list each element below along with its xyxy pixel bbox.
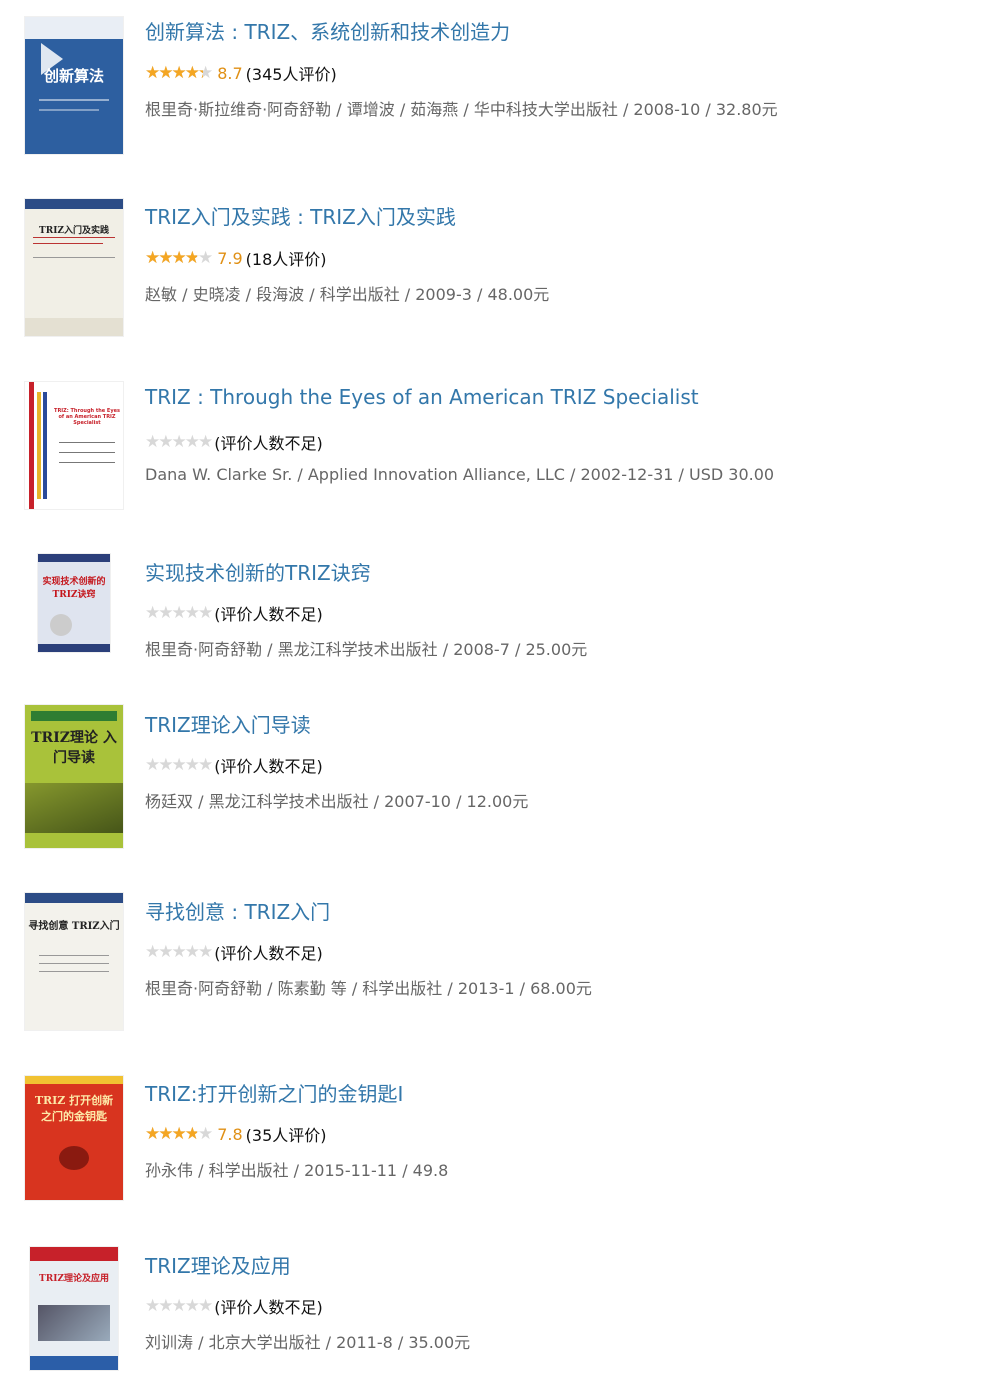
rating-score: 8.7	[217, 63, 243, 83]
rating-stars: ★★★★★★★★★★	[145, 247, 213, 268]
rating-count: (评价人数不足)	[214, 757, 323, 776]
rating-stars: ★★★★★★★★★★	[145, 754, 213, 775]
rating-count: (评价人数不足)	[214, 434, 323, 453]
rating-stars: ★★★★★★★★★★	[145, 941, 213, 962]
book-publish-info: 赵敏 / 史晓凌 / 段海波 / 科学出版社 / 2009-3 / 48.00元	[145, 285, 550, 304]
book-cover[interactable]: TRIZ 打开创新之门的金钥匙	[25, 1076, 123, 1200]
rating-row: ★★★★★★★★★★ 7.9 (18人评价)	[145, 247, 327, 270]
cover-title: TRIZ理论 入门导读	[31, 730, 117, 766]
book-publish-info: Dana W. Clarke Sr. / Applied Innovation …	[145, 465, 775, 484]
book-cover[interactable]: 实现技术创新的TRIZ诀窍	[38, 554, 110, 652]
book-cover[interactable]: TRIZ入门及实践	[25, 199, 123, 336]
book-cover[interactable]: TRIZ: Through the Eyes of an American TR…	[25, 382, 123, 509]
book-cover[interactable]: 寻找创意 TRIZ入门	[25, 893, 123, 1030]
rating-stars: ★★★★★★★★★★	[145, 1295, 213, 1316]
book-title-link[interactable]: TRIZ理论入门导读	[145, 709, 311, 738]
rating-row: ★★★★★★★★★★ (评价人数不足)	[145, 1295, 323, 1317]
rating-row: ★★★★★★★★★★ 7.8 (35人评价)	[145, 1123, 327, 1146]
rating-score: 7.8	[217, 1124, 243, 1144]
book-title-link[interactable]: TRIZ入门及实践 : TRIZ入门及实践	[145, 201, 456, 230]
rating-row: ★★★★★★★★★★ (评价人数不足)	[145, 754, 323, 776]
rating-stars: ★★★★★★★★★★	[145, 602, 213, 623]
book-title-link[interactable]: 创新算法 : TRIZ、系统创新和技术创造力	[145, 16, 510, 45]
cover-title: 实现技术创新的TRIZ诀窍	[42, 577, 106, 600]
book-title-link[interactable]: TRIZ:打开创新之门的金钥匙I	[145, 1078, 403, 1107]
book-publish-info: 根里奇·斯拉维奇·阿奇舒勒 / 谭增波 / 茹海燕 / 华中科技大学出版社 / …	[145, 100, 778, 119]
rating-row: ★★★★★★★★★★ (评价人数不足)	[145, 431, 323, 453]
cover-title: 寻找创意 TRIZ入门	[28, 921, 120, 932]
cover-title: TRIZ入门及实践	[39, 226, 109, 236]
rating-count: (18人评价)	[245, 250, 327, 269]
rating-count: (345人评价)	[245, 65, 337, 84]
rating-stars: ★★★★★★★★★★	[145, 62, 213, 83]
book-publish-info: 孙永伟 / 科学出版社 / 2015-11-11 / 49.8	[145, 1161, 449, 1180]
book-cover[interactable]: TRIZ理论 入门导读	[25, 705, 123, 848]
rating-row: ★★★★★★★★★★ 8.7 (345人评价)	[145, 62, 337, 85]
rating-count: (评价人数不足)	[214, 605, 323, 624]
book-title-link[interactable]: TRIZ理论及应用	[145, 1250, 291, 1279]
rating-count: (35人评价)	[245, 1126, 327, 1145]
book-publish-info: 刘训涛 / 北京大学出版社 / 2011-8 / 35.00元	[145, 1333, 471, 1352]
book-publish-info: 根里奇·阿奇舒勒 / 陈素勤 等 / 科学出版社 / 2013-1 / 68.0…	[145, 979, 592, 998]
book-publish-info: 杨廷双 / 黑龙江科学技术出版社 / 2007-10 / 12.00元	[145, 792, 529, 811]
rating-row: ★★★★★★★★★★ (评价人数不足)	[145, 941, 323, 963]
book-cover[interactable]: 创新算法	[25, 17, 123, 154]
book-title-link[interactable]: TRIZ : Through the Eyes of an American T…	[145, 385, 699, 409]
rating-row: ★★★★★★★★★★ (评价人数不足)	[145, 602, 323, 624]
rating-score: 7.9	[217, 248, 243, 268]
book-cover[interactable]: TRIZ理论及应用	[30, 1247, 118, 1370]
rating-count: (评价人数不足)	[214, 1298, 323, 1317]
cover-title: TRIZ: Through the Eyes of an American TR…	[54, 408, 120, 426]
book-publish-info: 根里奇·阿奇舒勒 / 黑龙江科学技术出版社 / 2008-7 / 25.00元	[145, 640, 588, 659]
cover-title: TRIZ理论及应用	[39, 1274, 109, 1284]
cover-title: TRIZ 打开创新之门的金钥匙	[34, 1094, 114, 1123]
cover-title: 创新算法	[43, 67, 104, 85]
book-title-link[interactable]: 实现技术创新的TRIZ诀窍	[145, 557, 371, 586]
rating-stars: ★★★★★★★★★★	[145, 431, 213, 452]
rating-stars: ★★★★★★★★★★	[145, 1123, 213, 1144]
book-title-link[interactable]: 寻找创意 : TRIZ入门	[145, 896, 330, 925]
rating-count: (评价人数不足)	[214, 944, 323, 963]
